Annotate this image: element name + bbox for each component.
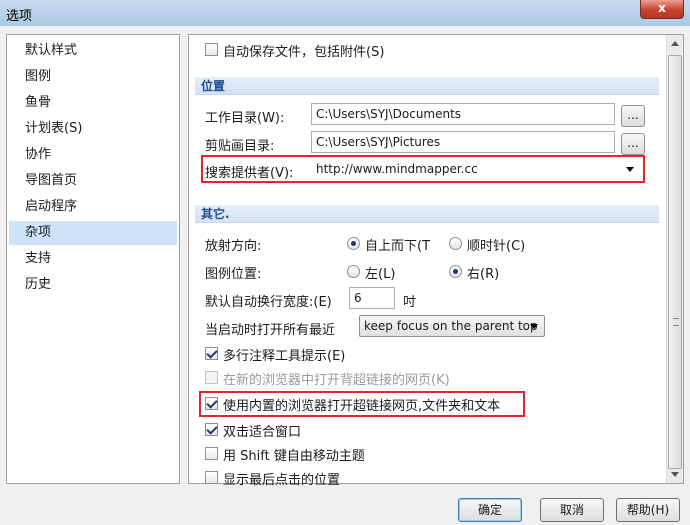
workdir-label: 工作目录(W): [205,111,285,126]
help-button[interactable]: 帮助(H) [616,498,680,522]
autosave-label: 自动保存文件，包括附件(S) [223,45,385,60]
ok-button[interactable]: 确定 [458,498,522,522]
builtin-browser-label: 使用内置的浏览器打开超链接网页,文件夹和文本 [223,399,501,414]
workdir-input[interactable]: C:\Users\SYJ\Documents [311,103,615,125]
window-title: 选项 [6,9,33,24]
workdir-browse-button[interactable]: ... [621,105,645,127]
legend-left-label: 左(L) [365,267,396,282]
panel-scrollbar[interactable] [666,35,683,483]
sidebar-item-legend[interactable]: 图例 [9,65,177,89]
sidebar-item-label: 鱼骨 [25,95,52,110]
search-provider-value: http://www.mindmapper.cc [316,162,478,176]
wrap-width-unit: 吋 [403,295,417,310]
sidebar-item-label: 协作 [25,147,52,162]
autosave-checkbox[interactable] [205,43,218,56]
legend-right-label: 右(R) [467,267,500,282]
multiline-tooltip-label: 多行注释工具提示(E) [223,349,346,364]
sidebar-item-support[interactable]: 支持 [9,247,177,271]
clipdir-label: 剪贴画目录: [205,139,275,154]
close-button[interactable]: x [640,0,684,19]
radial-direction-label: 放射方向: [205,239,262,254]
sidebar-item-fishbone[interactable]: 鱼骨 [9,91,177,115]
clipdir-input[interactable]: C:\Users\SYJ\Pictures [311,131,615,153]
sidebar-item-label: 历史 [25,277,52,292]
sidebar-item-label: 默认样式 [25,43,78,58]
open-new-browser-label: 在新的浏览器中打开背超链接的网页(K) [223,373,450,388]
sidebar-item-label: 支持 [25,251,52,266]
double-click-fit-label: 双击适合窗口 [223,425,302,440]
legend-right-radio[interactable] [449,265,462,278]
title-bar: 选项 x [0,0,690,26]
radial-top-down-label: 自上而下(T [365,239,431,254]
chevron-down-icon [626,167,634,172]
sidebar-item-label: 杂项 [25,225,52,240]
legend-left-radio[interactable] [347,265,360,278]
wrap-width-label: 默认自动换行宽度:(E) [205,295,332,310]
scrollbar-thumb[interactable] [668,55,682,469]
location-section-header: 位置 [195,77,659,95]
builtin-browser-checkbox[interactable] [205,397,218,410]
radial-top-down-radio[interactable] [347,237,360,250]
scroll-up-icon[interactable] [671,41,679,46]
search-provider-label: 搜索提供者(V): [205,166,294,181]
shift-move-checkbox[interactable] [205,447,218,460]
close-icon: x [658,1,666,15]
show-last-click-label: 显示最后点击的位置 [223,473,341,488]
dialog-body: 默认样式 图例 鱼骨 计划表(S) 协作 导图首页 启动程序 杂项 支持 历史 … [0,26,690,525]
other-section-header: 其它. [195,205,659,223]
sidebar-item-collaboration[interactable]: 协作 [9,143,177,167]
startup-open-value: keep focus on the parent top [364,319,538,333]
double-click-fit-checkbox[interactable] [205,423,218,436]
wrap-width-input[interactable]: 6 [349,287,395,309]
sidebar-item-schedule[interactable]: 计划表(S) [9,117,177,141]
sidebar-item-startup[interactable]: 启动程序 [9,195,177,219]
radial-clockwise-radio[interactable] [449,237,462,250]
shift-move-label: 用 Shift 键自由移动主题 [223,449,365,464]
show-last-click-checkbox[interactable] [205,471,218,484]
search-provider-combo[interactable]: http://www.mindmapper.cc [311,158,641,180]
sidebar-item-label: 图例 [25,69,52,84]
multiline-tooltip-checkbox[interactable] [205,347,218,360]
options-panel: 自动保存文件，包括附件(S) 位置 工作目录(W): C:\Users\SYJ\… [188,34,684,488]
radial-clockwise-label: 顺时针(C) [467,239,526,254]
sidebar-item-label: 计划表(S) [25,121,83,136]
sidebar-item-default-style[interactable]: 默认样式 [9,39,177,63]
legend-position-label: 图例位置: [205,267,262,282]
sidebar-item-history[interactable]: 历史 [9,273,177,297]
startup-open-label: 当启动时打开所有最近 [205,323,336,338]
sidebar-item-misc[interactable]: 杂项 [9,221,177,245]
sidebar-item-label: 启动程序 [25,199,78,214]
grip-icon [673,318,679,326]
open-new-browser-checkbox[interactable] [205,371,218,384]
cancel-button[interactable]: 取消 [540,498,604,522]
clipdir-browse-button[interactable]: ... [621,133,645,155]
sidebar-item-map-home[interactable]: 导图首页 [9,169,177,193]
category-list: 默认样式 图例 鱼骨 计划表(S) 协作 导图首页 启动程序 杂项 支持 历史 [6,34,180,484]
startup-open-dropdown[interactable]: keep focus on the parent top [359,315,545,337]
sidebar-item-label: 导图首页 [25,173,78,188]
chevron-down-icon [530,324,538,329]
scroll-down-icon[interactable] [671,472,679,477]
